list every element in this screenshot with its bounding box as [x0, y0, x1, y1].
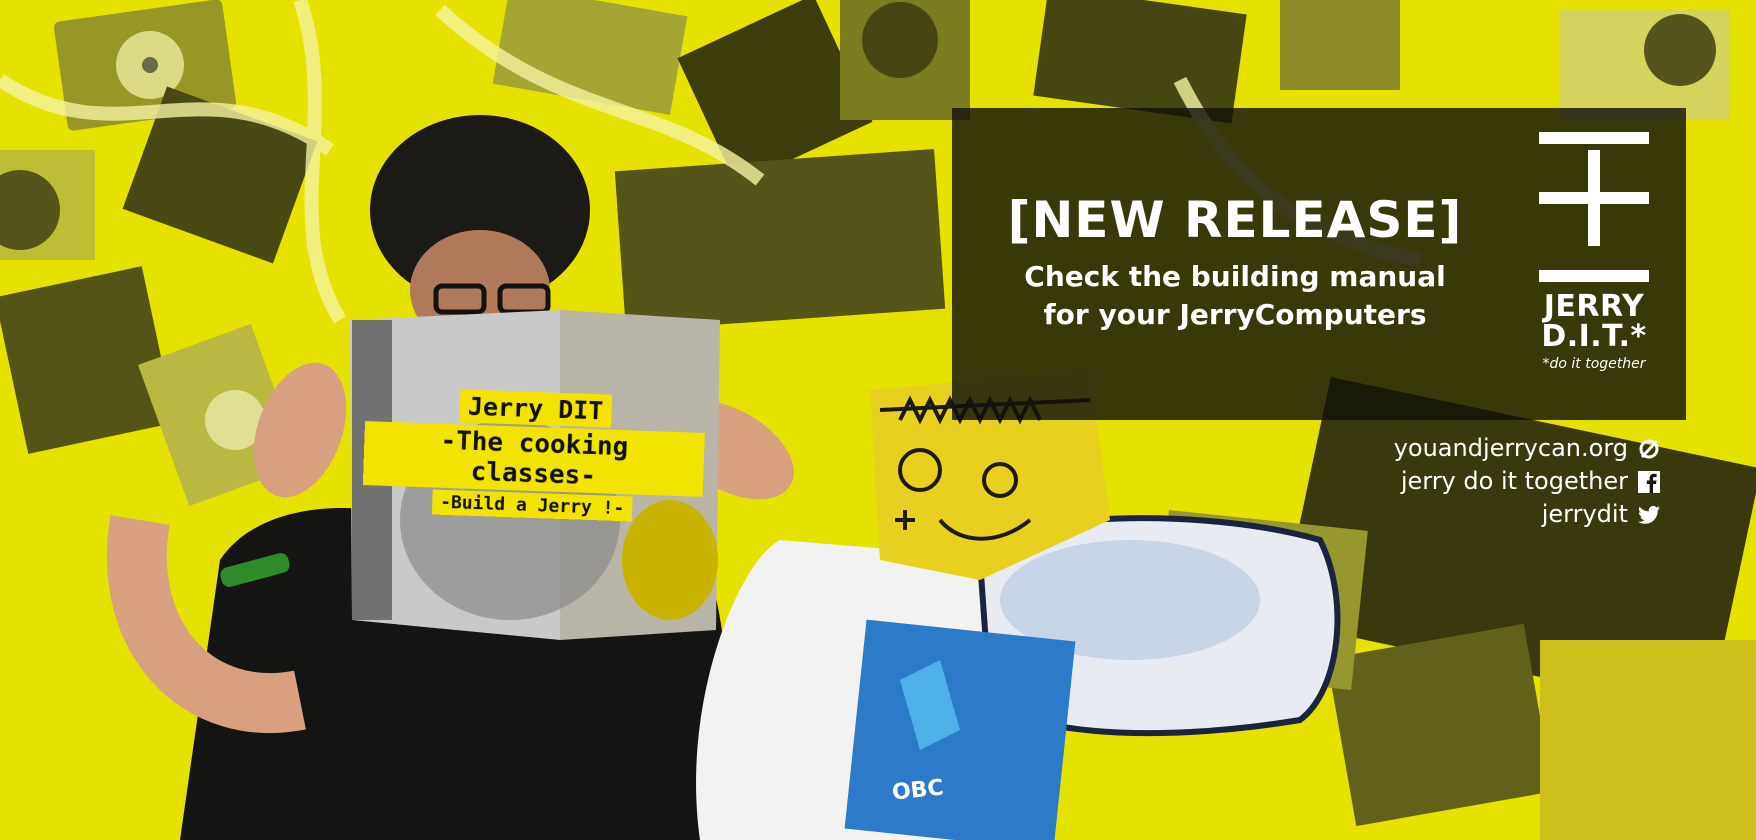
link-facebook-label: jerry do it together: [1400, 467, 1628, 495]
poster-label: OBC: [890, 775, 945, 806]
no-symbol-icon: [1639, 439, 1659, 458]
subline-2: for your JerryComputers: [1043, 298, 1427, 331]
headline-subline: Check the building manual for your Jerry…: [1000, 258, 1470, 334]
link-twitter-label: jerrydit: [1541, 500, 1628, 528]
logo-name-line-2: D.I.T.*: [1541, 319, 1647, 354]
twitter-bird-icon: [1638, 505, 1660, 524]
facebook-icon: [1638, 470, 1660, 493]
subline-1: Check the building manual: [1024, 260, 1446, 293]
book-title-line-2: -The cooking classes-: [362, 421, 705, 497]
link-website[interactable]: youandjerrycan.org: [1394, 432, 1660, 465]
logo-tagline: *do it together: [1542, 356, 1646, 372]
social-links: youandjerrycan.org jerry do it together …: [1394, 432, 1660, 531]
link-website-label: youandjerrycan.org: [1393, 434, 1628, 462]
link-twitter[interactable]: jerrydit: [1394, 498, 1660, 531]
link-facebook[interactable]: jerry do it together: [1394, 465, 1660, 498]
jerry-t-mark-icon: [1539, 132, 1649, 282]
headline-title: [NEW RELEASE]: [1007, 191, 1463, 249]
headline-block: [NEW RELEASE] Check the building manual …: [1000, 190, 1470, 334]
logo-name: JERRY D.I.T.*: [1530, 292, 1658, 352]
book-title-line-1: Jerry DIT: [459, 389, 612, 428]
book-cover-text: Jerry DIT -The cooking classes- -Build a…: [362, 386, 706, 524]
jerry-dit-logo: JERRY D.I.T.* *do it together: [1530, 132, 1658, 372]
logo-name-line-1: JERRY: [1543, 289, 1645, 324]
